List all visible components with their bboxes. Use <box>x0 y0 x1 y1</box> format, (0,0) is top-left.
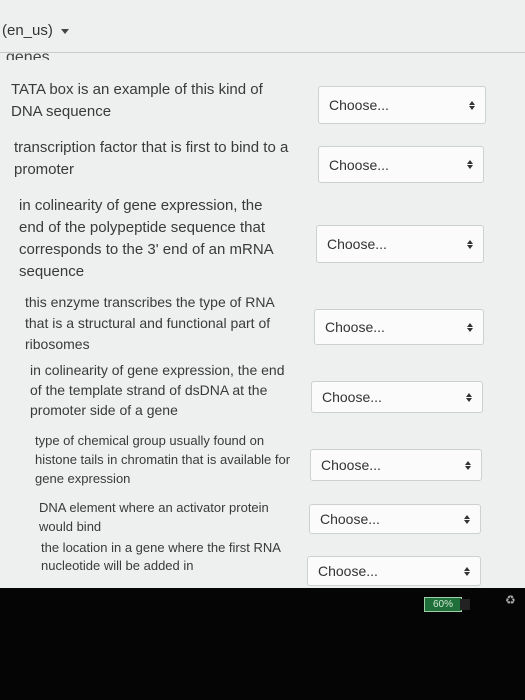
cut-off-text: genes <box>6 49 50 60</box>
up-down-arrows-icon <box>464 566 470 576</box>
zoom-track <box>460 599 470 610</box>
up-down-arrows-icon <box>467 239 473 249</box>
share-icon[interactable]: ♻ <box>505 593 516 607</box>
up-down-arrows-icon <box>469 100 475 110</box>
select-value: Choose... <box>329 97 389 113</box>
question-text: in colinearity of gene expression, the e… <box>19 197 273 280</box>
question-text: in colinearity of gene expression, the e… <box>30 362 285 418</box>
up-down-arrows-icon <box>465 460 471 470</box>
zoom-indicator: 60% <box>424 597 462 612</box>
up-down-arrows-icon <box>466 392 472 402</box>
up-down-arrows-icon <box>464 514 470 524</box>
answer-select-3[interactable]: Choose... <box>316 225 484 263</box>
divider <box>0 52 525 53</box>
answer-select-7[interactable]: Choose... <box>309 504 481 534</box>
select-value: Choose... <box>327 236 387 252</box>
select-value: Choose... <box>329 156 389 173</box>
answer-select-2[interactable]: Choose... <box>318 146 484 183</box>
answer-select-8[interactable]: Choose... <box>307 556 481 586</box>
answer-select-5[interactable]: Choose... <box>311 381 483 413</box>
answer-select-4[interactable]: Choose... <box>314 309 484 345</box>
select-value: Choose... <box>318 563 378 579</box>
quiz-screen: (en_us) genes TATA box is an example of … <box>0 0 525 588</box>
question-text: the location in a gene where the first R… <box>41 540 281 573</box>
select-value: Choose... <box>325 319 385 335</box>
question-text: this enzyme transcribes the type of RNA … <box>25 294 274 352</box>
answer-select-1[interactable]: Choose... <box>318 86 486 124</box>
up-down-arrows-icon <box>467 322 473 332</box>
select-value: Choose... <box>320 511 380 527</box>
select-value: Choose... <box>321 457 381 473</box>
language-selector[interactable]: (en_us) <box>2 22 69 39</box>
select-value: Choose... <box>322 389 382 405</box>
question-text: TATA box is an example of this kind of D… <box>11 81 263 120</box>
question-text: DNA element where an activator protein w… <box>39 500 269 534</box>
language-label: (en_us) <box>2 22 53 39</box>
answer-select-6[interactable]: Choose... <box>310 449 482 481</box>
question-text: type of chemical group usually found on … <box>35 433 291 486</box>
caret-down-icon <box>60 28 69 34</box>
question-text: transcription factor that is first to bi… <box>14 139 289 178</box>
up-down-arrows-icon <box>467 160 473 169</box>
